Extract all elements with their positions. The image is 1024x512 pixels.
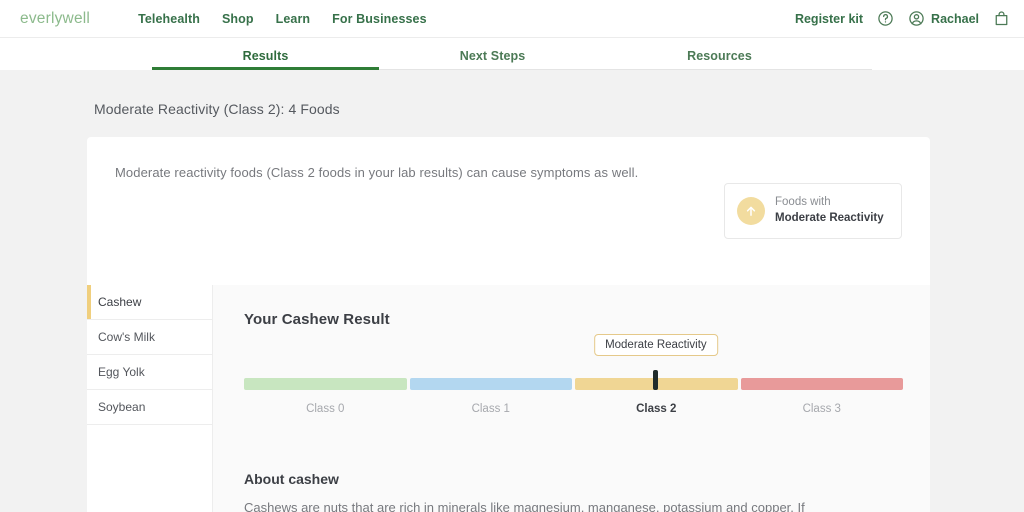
site-header: everlywell Telehealth Shop Learn For Bus…	[0, 0, 1024, 38]
legend-text: Foods with Moderate Reactivity	[775, 195, 884, 226]
tab-resources[interactable]: Resources	[606, 49, 833, 70]
register-kit-link[interactable]: Register kit	[795, 12, 863, 26]
food-list-item-cows-milk[interactable]: Cow's Milk	[87, 320, 212, 355]
reactivity-scale: Class 0 Class 1 Class 2 Class 3 Moderate…	[244, 334, 903, 415]
help-circle-icon[interactable]	[877, 10, 894, 27]
food-list-item-egg-yolk[interactable]: Egg Yolk	[87, 355, 212, 390]
scale-label-class-1: Class 1	[471, 403, 510, 415]
food-list: Cashew Cow's Milk Egg Yolk Soybean	[87, 285, 213, 512]
tab-group: Results Next Steps Resources	[152, 49, 833, 70]
info-card: Moderate reactivity foods (Class 2 foods…	[87, 137, 930, 285]
scale-segment-class-0	[244, 378, 407, 390]
legend-moderate-reactivity: Foods with Moderate Reactivity	[724, 183, 902, 239]
results-page: everlywell Telehealth Shop Learn For Bus…	[0, 0, 1024, 512]
scale-label-class-3: Class 3	[802, 403, 841, 415]
arrow-up-icon	[737, 197, 765, 225]
tab-next-steps[interactable]: Next Steps	[379, 49, 606, 70]
page-title: Moderate Reactivity (Class 2): 4 Foods	[94, 101, 340, 117]
about-body: Cashews are nuts that are rich in minera…	[244, 500, 805, 512]
shopping-bag-icon[interactable]	[993, 10, 1010, 27]
account-menu[interactable]: Rachael	[908, 10, 979, 27]
result-panel: Cashew Cow's Milk Egg Yolk Soybean Your …	[87, 285, 930, 512]
nav-item-for-businesses[interactable]: For Businesses	[332, 12, 427, 26]
results-tabbar: Results Next Steps Resources	[0, 38, 1024, 70]
result-detail: Your Cashew Result Class 0 Class 1 Class…	[213, 285, 930, 512]
info-card-description: Moderate reactivity foods (Class 2 foods…	[115, 165, 639, 180]
result-title: Your Cashew Result	[244, 311, 390, 328]
scale-label-class-2: Class 2	[636, 403, 677, 415]
legend-line-2: Moderate Reactivity	[775, 212, 884, 224]
user-circle-icon[interactable]	[908, 10, 925, 27]
scale-label-class-0: Class 0	[306, 403, 345, 415]
nav-item-telehealth[interactable]: Telehealth	[138, 12, 200, 26]
primary-nav: Telehealth Shop Learn For Businesses	[138, 12, 427, 26]
about-title: About cashew	[244, 471, 339, 487]
scale-segment-class-3	[740, 378, 903, 390]
nav-item-learn[interactable]: Learn	[276, 12, 311, 26]
user-name-label: Rachael	[931, 11, 979, 26]
nav-item-shop[interactable]: Shop	[222, 12, 254, 26]
scale-segment-class-1	[409, 378, 572, 390]
scale-bar	[244, 378, 903, 390]
food-list-item-soybean[interactable]: Soybean	[87, 390, 212, 425]
tab-results[interactable]: Results	[152, 49, 379, 70]
food-list-item-cashew[interactable]: Cashew	[87, 285, 212, 320]
legend-line-1: Foods with	[775, 196, 831, 209]
scale-labels: Class 0 Class 1 Class 2 Class 3	[244, 403, 903, 415]
result-marker	[653, 370, 659, 390]
header-actions: Register kit Rachael	[795, 10, 1010, 27]
result-tooltip: Moderate Reactivity	[594, 334, 718, 356]
everlywell-logo[interactable]: everlywell	[20, 10, 90, 28]
